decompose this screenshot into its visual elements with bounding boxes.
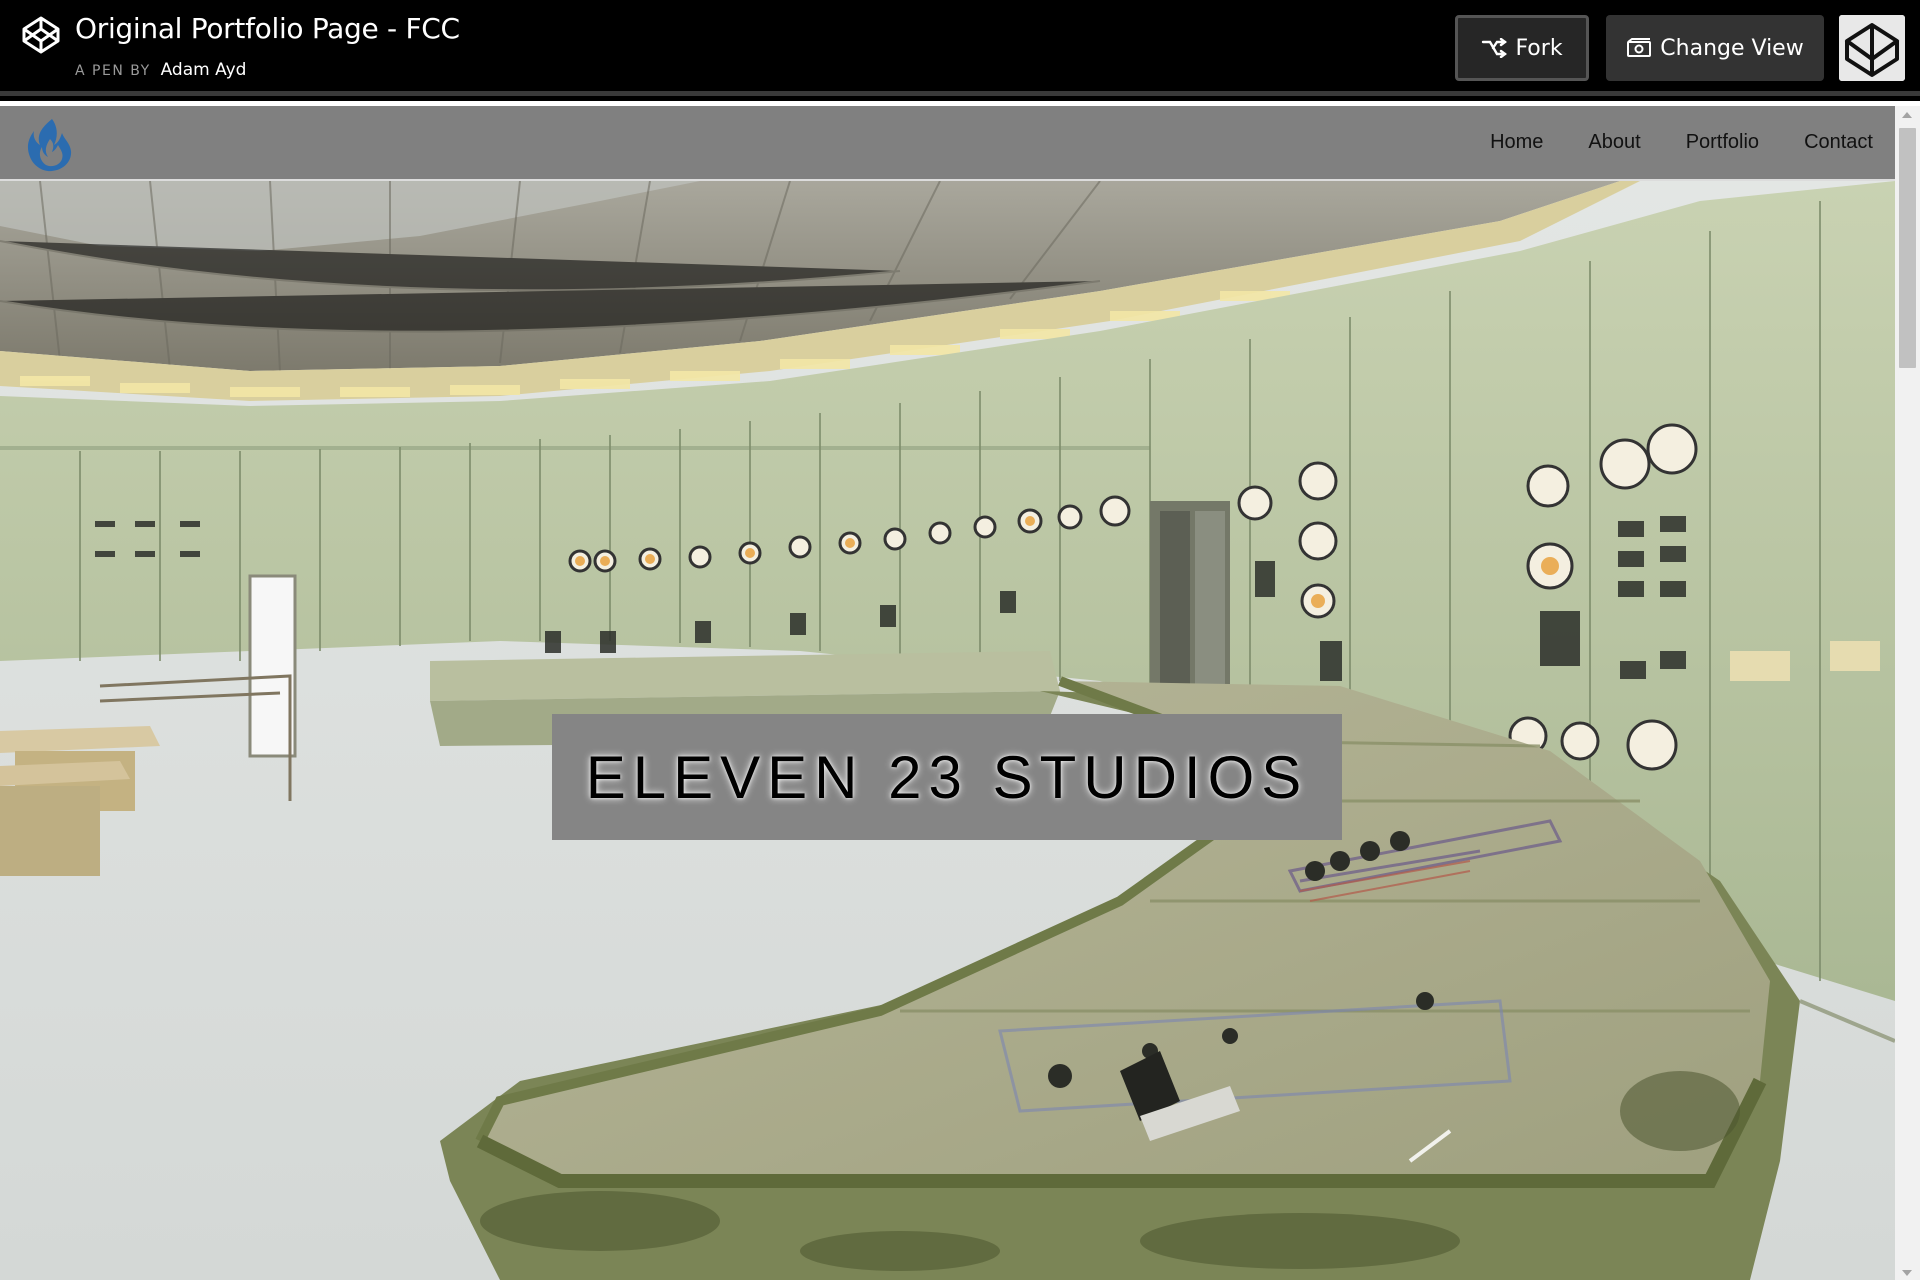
codepen-header: Original Portfolio Page - FCC A PEN BY A… <box>0 0 1920 96</box>
pen-title: Original Portfolio Page - FCC <box>75 12 460 45</box>
fork-button[interactable]: Fork <box>1455 15 1589 81</box>
fork-label: Fork <box>1515 35 1563 61</box>
flame-logo-icon[interactable] <box>24 117 74 173</box>
hero-title: ELEVEN 23 STUDIOS <box>585 743 1309 811</box>
change-view-label: Change View <box>1660 35 1804 61</box>
nav-portfolio[interactable]: Portfolio <box>1686 131 1759 154</box>
scroll-up-arrow-icon[interactable] <box>1902 112 1912 118</box>
hero-title-box: ELEVEN 23 STUDIOS <box>552 714 1342 840</box>
pen-byline: A PEN BY Adam Ayd <box>75 60 246 80</box>
codepen-logo-icon[interactable] <box>20 14 62 56</box>
preview-scrollbar[interactable] <box>1895 106 1920 1280</box>
byline-prefix: A PEN BY <box>75 63 151 79</box>
view-icon <box>1627 38 1652 57</box>
hero-section: ELEVEN 23 STUDIOS <box>0 181 1895 1280</box>
pen-preview: Home About Portfolio Contact ELEVEN 23 S… <box>0 101 1920 1280</box>
nav-menu: Home About Portfolio Contact <box>1490 106 1873 179</box>
nav-home[interactable]: Home <box>1490 131 1543 154</box>
fork-icon <box>1482 38 1508 58</box>
nav-contact[interactable]: Contact <box>1804 131 1873 154</box>
author-link[interactable]: Adam Ayd <box>161 60 247 80</box>
site-navbar: Home About Portfolio Contact <box>0 106 1895 181</box>
user-avatar[interactable] <box>1839 15 1905 81</box>
scroll-down-arrow-icon[interactable] <box>1902 1270 1912 1276</box>
change-view-button[interactable]: Change View <box>1606 15 1824 81</box>
scrollbar-thumb[interactable] <box>1899 128 1916 368</box>
nav-about[interactable]: About <box>1588 131 1640 154</box>
